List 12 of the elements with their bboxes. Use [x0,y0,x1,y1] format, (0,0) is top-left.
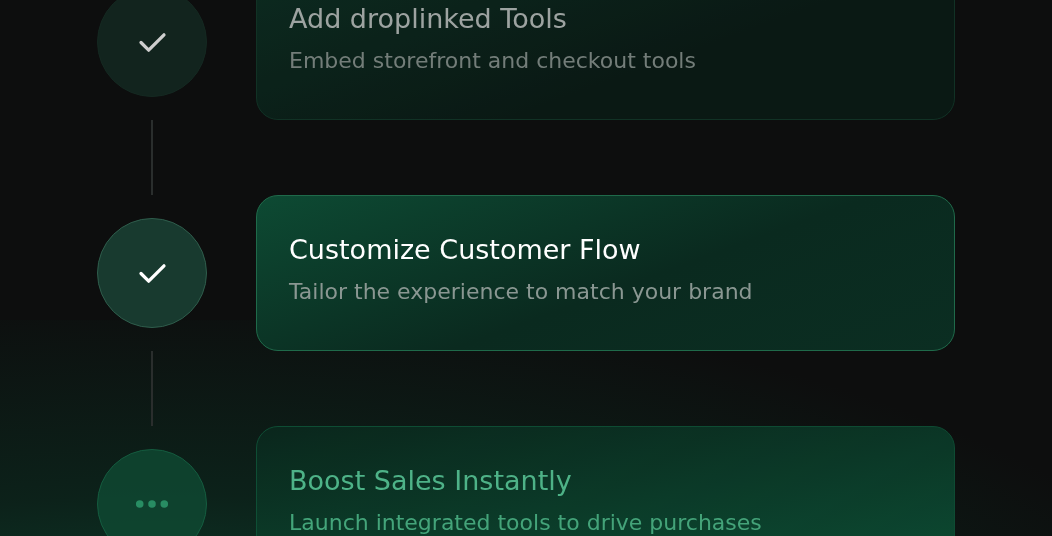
step-card[interactable]: Boost Sales Instantly Launch integrated tools to drive purchases [256,426,955,536]
step-card[interactable]: Add droplinked Tools Embed storefront and checkout tools [256,0,955,120]
ellipsis-icon [135,499,169,509]
step-card[interactable]: Customize Customer Flow Tailor the experience to match your brand [256,195,955,351]
check-icon [137,261,167,285]
step-description: Embed storefront and checkout tools [289,48,697,73]
step-title: Add droplinked Tools [289,3,568,34]
step-description: Launch integrated tools to drive purchases [289,510,763,535]
step-title: Customize Customer Flow [289,234,642,265]
step-title: Boost Sales Instantly [289,465,573,496]
check-icon [137,30,167,54]
step-description: Tailor the experience to match your brand [289,279,754,304]
